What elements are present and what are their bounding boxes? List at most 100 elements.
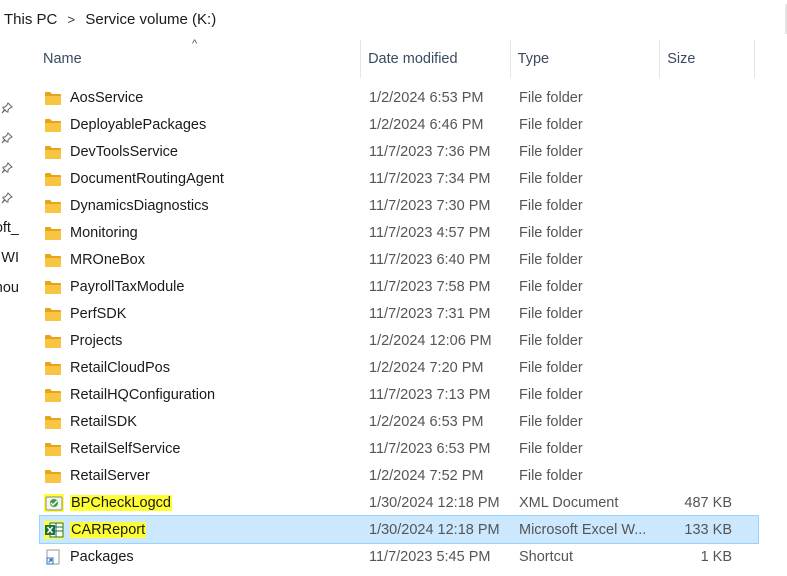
file-type: File folder — [519, 278, 583, 295]
file-date-modified: 11/7/2023 7:13 PM — [369, 386, 491, 403]
breadcrumb-chevron-icon[interactable]: > — [61, 12, 81, 27]
file-date-modified: 11/7/2023 6:40 PM — [369, 251, 491, 268]
file-name-text: MROneBox — [70, 251, 145, 268]
folder-icon — [40, 468, 70, 484]
file-row[interactable]: RetailServer 1/2/2024 7:52 PM File folder — [40, 462, 758, 489]
file-name-text: RetailSelfService — [70, 440, 181, 457]
file-row[interactable]: BPCheckLogcd 1/30/2024 12:18 PM XML Docume… — [40, 489, 758, 516]
file-type: File folder — [519, 305, 583, 322]
file-date-modified: 1/2/2024 6:53 PM — [369, 89, 484, 106]
file-row[interactable]: RetailCloudPos 1/2/2024 7:20 PM File folde… — [40, 354, 758, 381]
nav-item-partial[interactable]: oft_ — [0, 220, 19, 236]
folder-icon — [40, 144, 70, 160]
file-row[interactable]: Projects 1/2/2024 12:06 PM File folder — [40, 327, 758, 354]
file-row[interactable]: AosService 1/2/2024 6:53 PM File folder — [40, 84, 758, 111]
file-name-text: DevToolsService — [70, 143, 178, 160]
file-name-text: Packages — [70, 548, 134, 565]
file-type: Microsoft Excel W... — [519, 521, 647, 538]
folder-icon — [40, 90, 70, 106]
pin-icon — [1, 162, 13, 174]
file-date-modified: 11/7/2023 6:53 PM — [369, 440, 491, 457]
file-row[interactable]: RetailSDK 1/2/2024 6:53 PM File folder — [40, 408, 758, 435]
file-name-text: AosService — [70, 89, 144, 106]
file-name: RetailSelfService — [70, 441, 369, 457]
nav-item-partial[interactable]: WI — [0, 250, 19, 266]
file-type: File folder — [519, 440, 583, 457]
file-name: AosService — [70, 90, 369, 106]
file-name: MROneBox — [70, 252, 369, 268]
file-name: RetailHQConfiguration — [70, 387, 369, 403]
file-row[interactable]: CARReport 1/30/2024 12:18 PM Microsoft Exc… — [39, 515, 759, 544]
file-type: File folder — [519, 467, 583, 484]
file-row[interactable]: PerfSDK 11/7/2023 7:31 PM File folder — [40, 300, 758, 327]
file-name: RetailCloudPos — [70, 360, 369, 376]
folder-icon — [40, 225, 70, 241]
file-name: BPCheckLogcd — [70, 494, 369, 511]
file-size: 1 KB — [700, 548, 732, 565]
nav-item-partial[interactable]: hou — [0, 280, 19, 296]
file-name: DeployablePackages — [70, 117, 369, 133]
file-name: Packages — [70, 549, 369, 565]
file-date-modified: 11/7/2023 7:31 PM — [369, 305, 491, 322]
pin-icon — [1, 192, 13, 204]
folder-icon — [40, 333, 70, 349]
file-row[interactable]: DeployablePackages 1/2/2024 6:46 PM File f… — [40, 111, 758, 138]
file-type: File folder — [519, 89, 583, 106]
column-header-date-modified[interactable]: Date modified — [360, 40, 510, 78]
file-type: File folder — [519, 386, 583, 403]
file-size: 487 KB — [684, 494, 732, 511]
file-date-modified: 11/7/2023 5:45 PM — [369, 548, 491, 565]
file-row[interactable]: PayrollTaxModule 11/7/2023 7:58 PM File fo… — [40, 273, 758, 300]
folder-icon — [40, 252, 70, 268]
file-type: File folder — [519, 224, 583, 241]
pin-icon — [1, 132, 13, 144]
breadcrumb: This PC > Service volume (K:) — [0, 0, 787, 38]
file-row[interactable]: DynamicsDiagnostics 11/7/2023 7:30 PM File… — [40, 192, 758, 219]
breadcrumb-service-volume[interactable]: Service volume (K:) — [81, 11, 220, 28]
file-size: 133 KB — [684, 521, 732, 538]
pin-icon — [1, 102, 13, 114]
file-type: XML Document — [519, 494, 619, 511]
column-header-name[interactable]: Name ^ — [36, 38, 360, 78]
breadcrumb-this-pc[interactable]: This PC — [0, 11, 61, 28]
file-row[interactable]: DocumentRoutingAgent 11/7/2023 7:34 PM Fil… — [40, 165, 758, 192]
file-name-text: RetailSDK — [70, 413, 137, 430]
file-row[interactable]: Packages 11/7/2023 5:45 PM Shortcut 1 KB — [40, 543, 758, 570]
folder-icon — [40, 414, 70, 430]
file-name-text: CARReport — [70, 521, 147, 538]
file-name-text: DeployablePackages — [70, 116, 207, 133]
file-date-modified: 11/7/2023 7:34 PM — [369, 170, 491, 187]
folder-icon — [40, 171, 70, 187]
file-date-modified: 1/2/2024 6:46 PM — [369, 116, 484, 133]
file-type: File folder — [519, 251, 583, 268]
folder-icon — [40, 117, 70, 133]
file-type: File folder — [519, 143, 583, 160]
file-row[interactable]: Monitoring 11/7/2023 4:57 PM File folder — [40, 219, 758, 246]
column-header-type[interactable]: Type — [509, 40, 660, 78]
file-name-text: Projects — [70, 332, 123, 349]
folder-icon — [40, 387, 70, 403]
file-date-modified: 1/2/2024 12:06 PM — [369, 332, 492, 349]
file-name-text: RetailServer — [70, 467, 150, 484]
file-name: Monitoring — [70, 225, 369, 241]
file-date-modified: 11/7/2023 7:30 PM — [369, 197, 491, 214]
file-type: File folder — [519, 332, 583, 349]
file-date-modified: 1/2/2024 7:20 PM — [369, 359, 484, 376]
folder-icon — [40, 198, 70, 214]
file-type: File folder — [519, 116, 583, 133]
file-row[interactable]: MROneBox 11/7/2023 6:40 PM File folder — [40, 246, 758, 273]
file-date-modified: 1/2/2024 7:52 PM — [369, 467, 484, 484]
column-header-size[interactable]: Size — [659, 40, 754, 78]
file-date-modified: 11/7/2023 7:36 PM — [369, 143, 491, 160]
file-name-text: PayrollTaxModule — [70, 278, 185, 295]
folder-icon — [40, 279, 70, 295]
folder-icon — [40, 441, 70, 457]
file-name-text: DocumentRoutingAgent — [70, 170, 224, 187]
file-row[interactable]: DevToolsService 11/7/2023 7:36 PM File fol… — [40, 138, 758, 165]
file-name: RetailSDK — [70, 414, 369, 430]
folder-icon — [40, 360, 70, 376]
file-type: Shortcut — [519, 548, 573, 565]
file-row[interactable]: RetailSelfService 11/7/2023 6:53 PM File f… — [40, 435, 758, 462]
file-row[interactable]: RetailHQConfiguration 11/7/2023 7:13 PM Fi… — [40, 381, 758, 408]
sort-ascending-icon: ^ — [192, 38, 198, 50]
